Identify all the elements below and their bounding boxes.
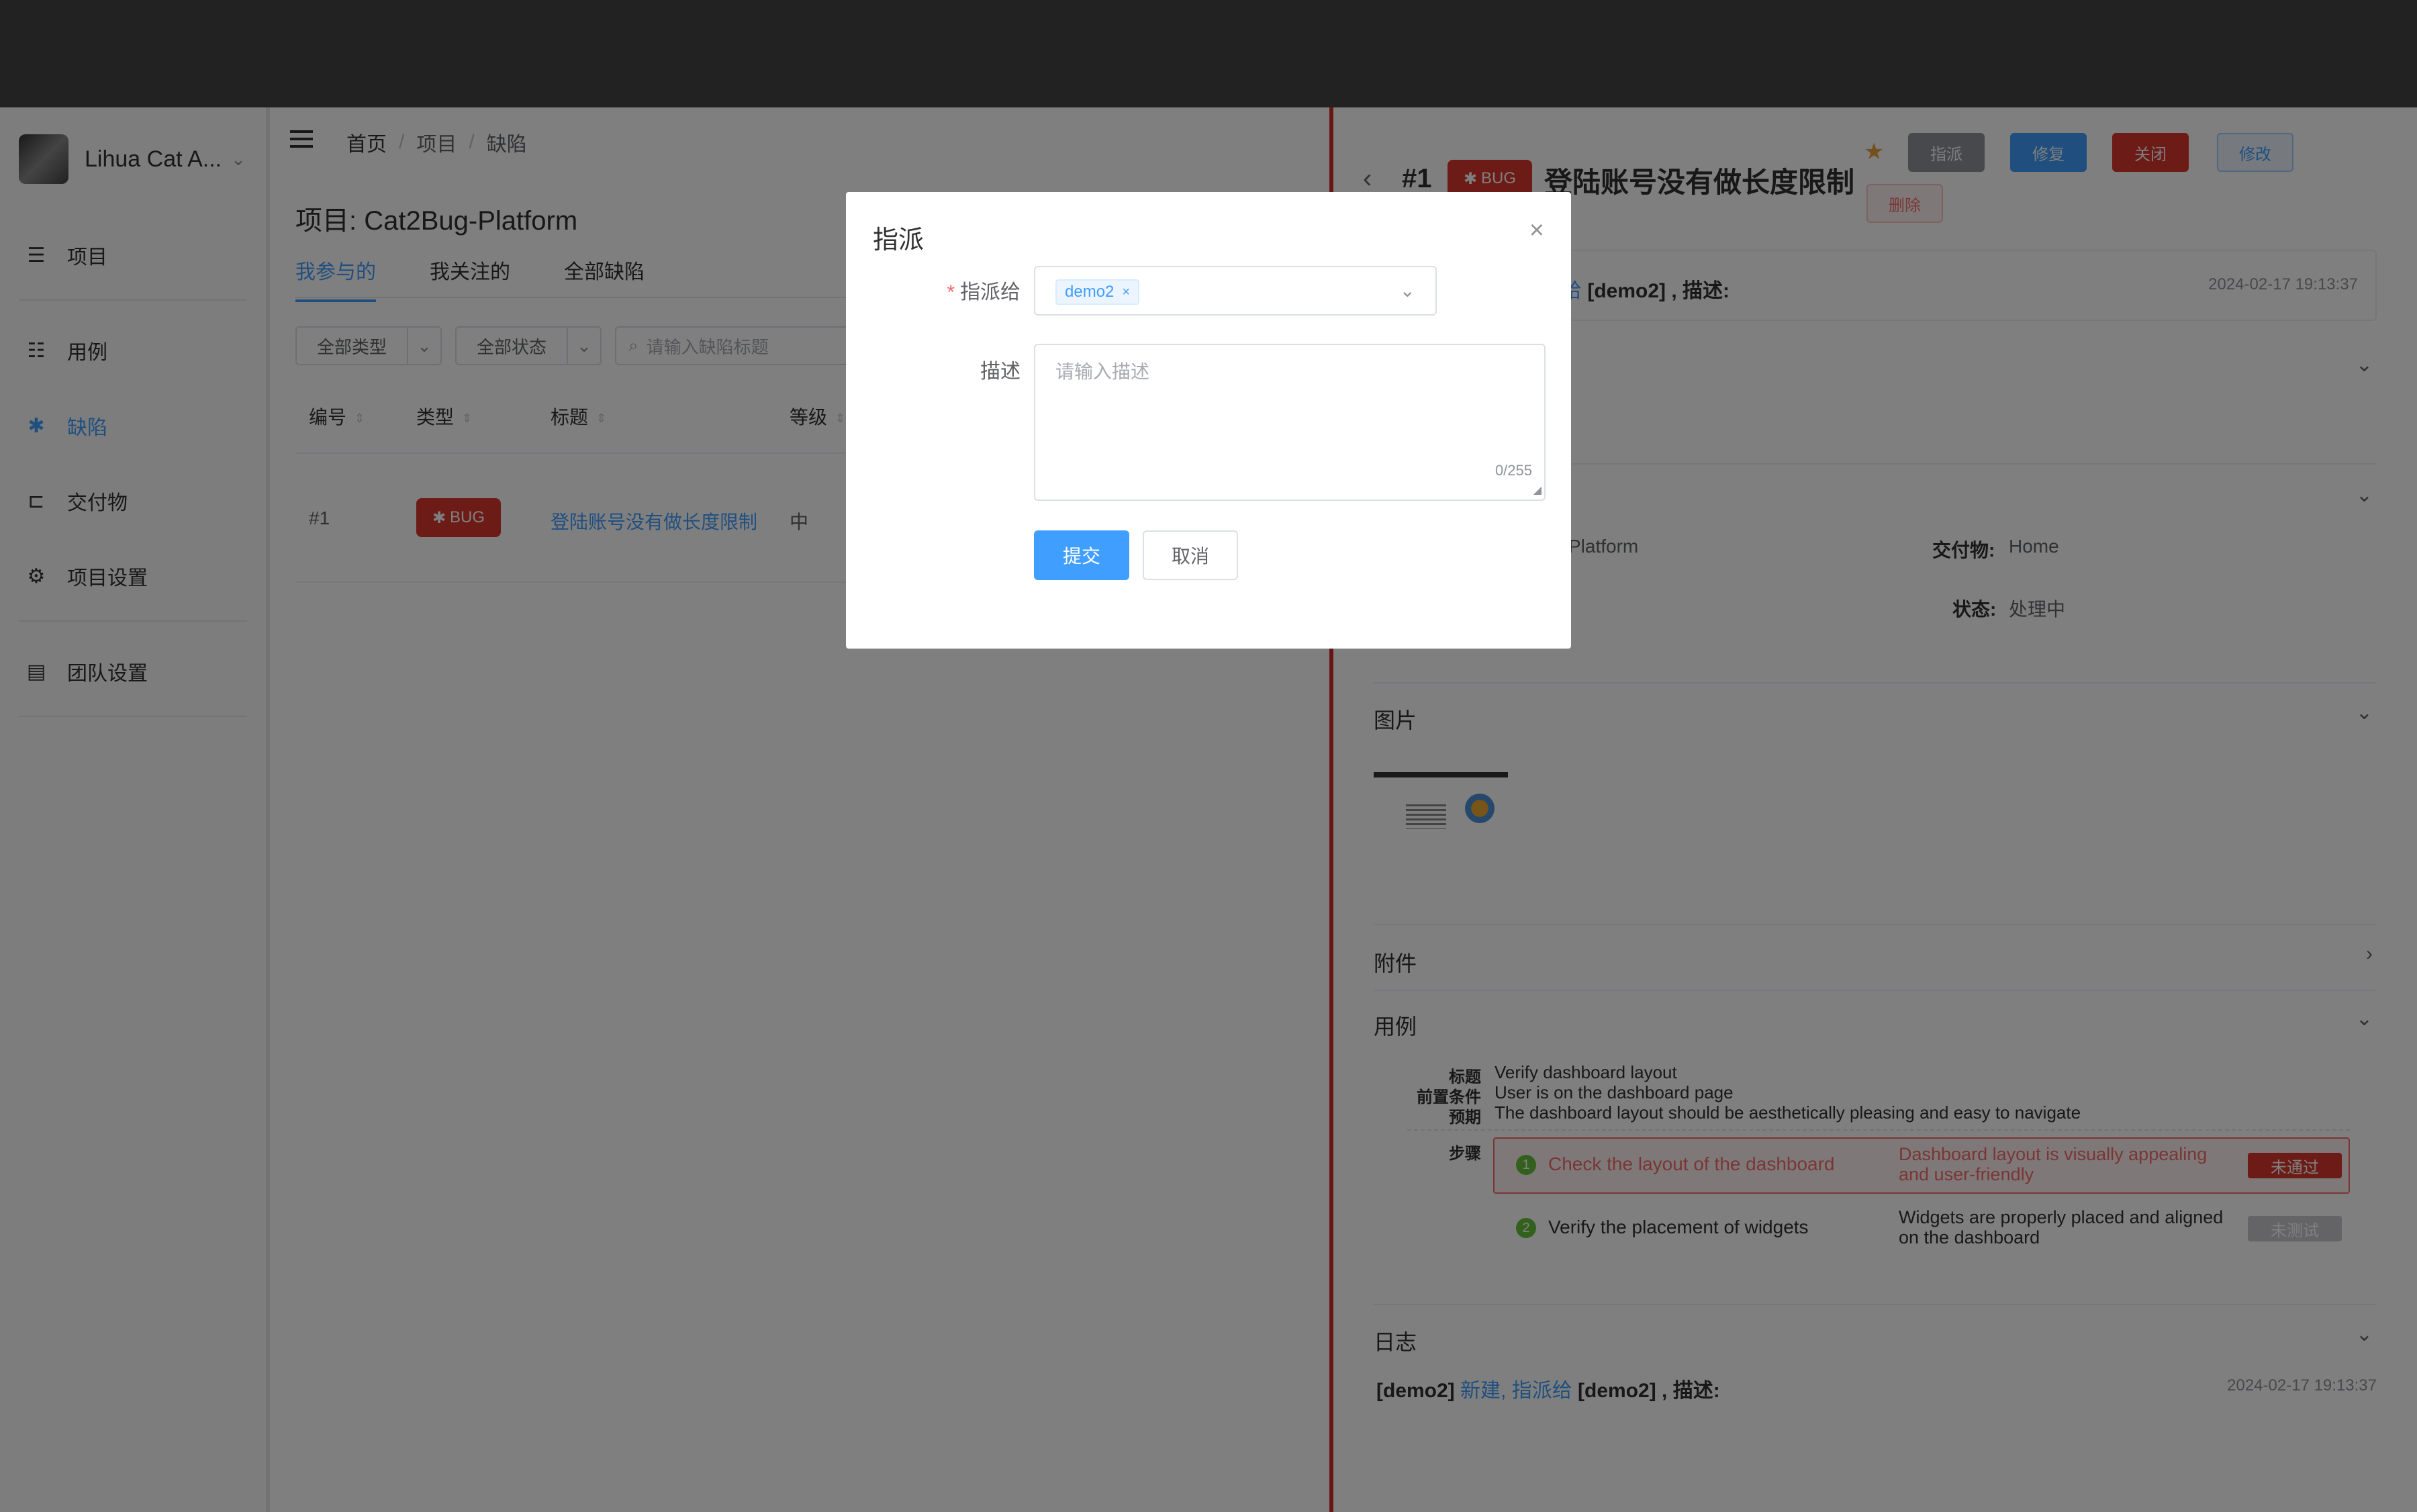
chevron-down-icon: ⌄ [1399,280,1415,301]
close-icon[interactable]: × [1529,216,1544,245]
assignee-tag: demo2 × [1055,279,1140,305]
character-count: 0/255 [1495,462,1532,479]
assignee-select[interactable]: demo2 × ⌄ [1034,266,1437,316]
assign-to-label: * 指派给 [947,281,1021,303]
dialog-title: 指派 [873,226,925,254]
cancel-button[interactable]: 取消 [1143,530,1238,580]
resize-handle-icon[interactable]: ◢ [1533,483,1542,497]
description-textarea[interactable]: 请输入描述 0/255 ◢ [1034,344,1546,501]
submit-button[interactable]: 提交 [1034,530,1129,580]
description-label: 描述 [980,361,1021,383]
tag-close-icon[interactable]: × [1122,285,1130,300]
top-bar [0,0,2417,107]
assign-dialog: 指派 × * 指派给 demo2 × ⌄ 描述 请输入描述 0/255 ◢ 提交 取… [846,192,1571,649]
description-placeholder: 请输入描述 [1055,361,1150,382]
